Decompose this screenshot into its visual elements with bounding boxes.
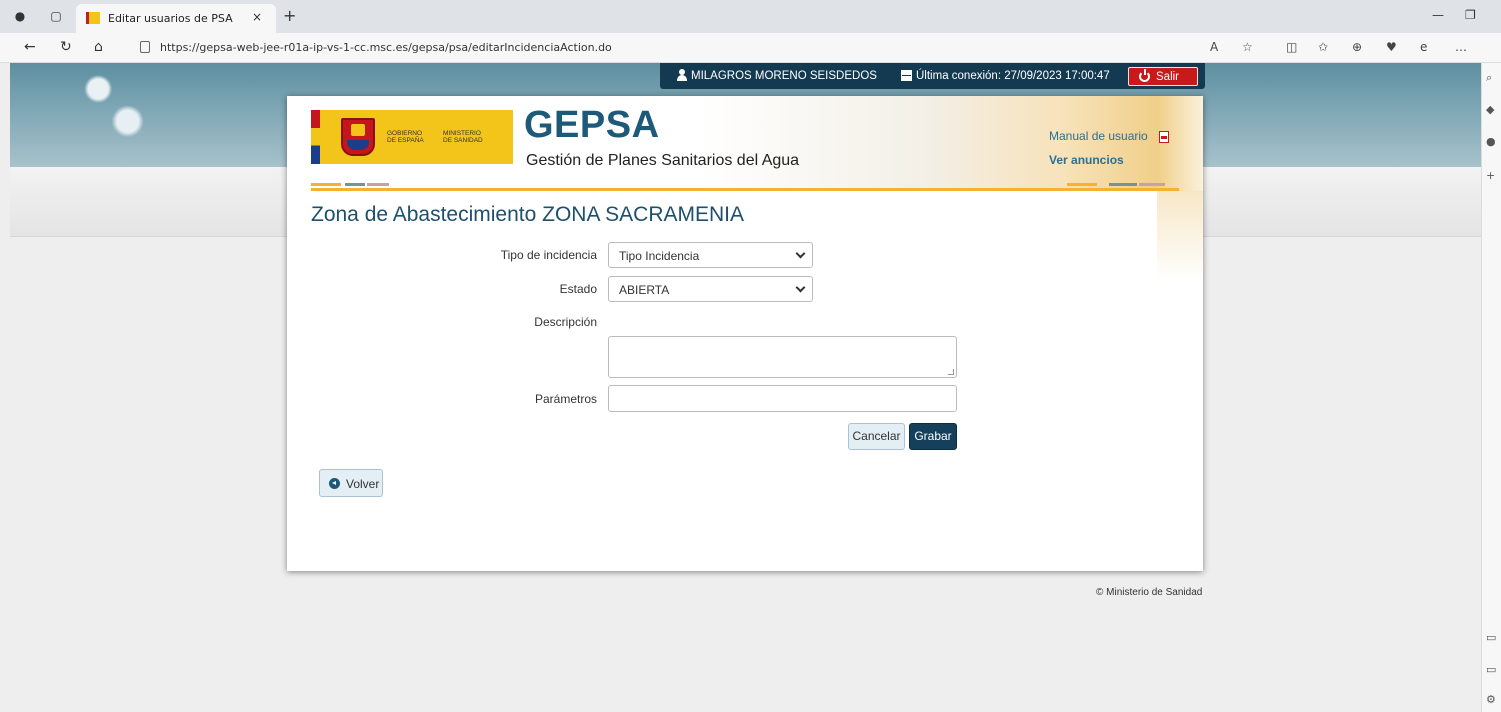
favorite-icon[interactable]: ☆ <box>1242 40 1253 54</box>
user-icon <box>677 69 687 81</box>
header-stripe-segment <box>1109 183 1137 186</box>
back-arrow-icon[interactable]: ← <box>24 39 36 55</box>
tab-title: Editar usuarios de PSA <box>108 12 233 25</box>
browser-sidebar: ⌕ ◆ ● + ▭ ▭ ⚙ <box>1481 63 1501 712</box>
save-button[interactable]: Grabar <box>909 423 957 450</box>
status-label: Estado <box>559 282 597 296</box>
lock-icon[interactable] <box>140 41 150 53</box>
favorites-icon[interactable]: ✩ <box>1318 40 1328 54</box>
description-label: Descripción <box>534 315 597 329</box>
page-title: Zona de Abastecimiento ZONA SACRAMENIA <box>311 203 745 226</box>
performance-icon[interactable]: ♥ <box>1386 40 1397 54</box>
incident-type-select[interactable]: Tipo Incidencia <box>608 242 813 268</box>
arrow-left-circle-icon <box>329 478 340 489</box>
header-stripe-segment <box>1067 183 1097 186</box>
more-icon[interactable]: … <box>1455 40 1467 54</box>
main-card: GOBIERNO DE ESPAÑA MINISTERIO DE SANIDAD… <box>287 96 1203 571</box>
header-stripe-segment <box>311 183 341 186</box>
shopping-icon[interactable]: ◆ <box>1486 103 1500 117</box>
government-logo: GOBIERNO DE ESPAÑA MINISTERIO DE SANIDAD <box>311 110 513 164</box>
read-aloud-icon[interactable]: A <box>1210 40 1218 54</box>
tab-actions-icon[interactable]: ▢ <box>48 9 64 23</box>
chevron-down-icon <box>795 282 806 293</box>
edge-icon[interactable]: e <box>1420 40 1427 54</box>
site-favicon-icon <box>86 12 100 24</box>
browser-nav-bar: ← ↻ ⌂ https://gepsa-web-jee-r01a-ip-vs-1… <box>0 33 1501 63</box>
announcements-link[interactable]: Ver anuncios <box>1049 153 1124 167</box>
parameters-label: Parámetros <box>534 392 597 406</box>
app-name: GEPSA <box>524 104 660 146</box>
browser-tab[interactable]: Editar usuarios de PSA × <box>76 4 276 33</box>
footer-copyright: © Ministerio de Sanidad <box>1096 587 1203 598</box>
card-header-fade <box>1157 191 1203 281</box>
header-stripe-segment <box>345 183 365 186</box>
home-icon[interactable]: ⌂ <box>94 39 103 55</box>
incident-type-label: Tipo de incidencia <box>500 248 597 262</box>
user-name: MILAGROS MORENO SEISDEDOS <box>691 70 877 82</box>
parameters-input[interactable] <box>608 385 957 412</box>
tools-icon[interactable]: ● <box>1486 135 1500 149</box>
web-page: MILAGROS MORENO SEISDEDOS Última conexió… <box>0 63 1481 712</box>
calendar-icon <box>901 70 912 81</box>
logo-text-ministerio: MINISTERIO DE SANIDAD <box>443 130 483 144</box>
split-screen-icon[interactable]: ◫ <box>1286 40 1297 54</box>
url-text[interactable]: https://gepsa-web-jee-r01a-ip-vs-1-cc.ms… <box>160 41 612 54</box>
pdf-icon[interactable] <box>1159 131 1169 143</box>
add-icon[interactable]: + <box>1486 169 1500 183</box>
new-tab-button[interactable]: + <box>283 6 296 25</box>
header-stripe-segment <box>367 183 389 186</box>
status-value: ABIERTA <box>619 283 670 297</box>
resize-handle-icon[interactable] <box>948 369 954 375</box>
header-stripe <box>311 188 1179 191</box>
description-textarea[interactable] <box>608 336 957 378</box>
tab-close-icon[interactable]: × <box>252 10 262 24</box>
search-icon[interactable]: ⌕ <box>1486 71 1500 85</box>
restore-icon[interactable]: ❐ <box>1465 8 1476 22</box>
sidebar-collapse-icon[interactable]: ▭ <box>1486 663 1500 677</box>
back-button[interactable]: Volver <box>319 469 383 497</box>
split-icon[interactable]: ▭ <box>1486 631 1500 645</box>
address-bar[interactable]: https://gepsa-web-jee-r01a-ip-vs-1-cc.ms… <box>128 36 1198 60</box>
incident-type-value: Tipo Incidencia <box>619 249 700 263</box>
status-select[interactable]: ABIERTA <box>608 276 813 302</box>
header-stripe-segment <box>1139 183 1165 186</box>
back-label: Volver <box>346 477 380 491</box>
logo-text-gobierno: GOBIERNO DE ESPAÑA <box>387 130 424 144</box>
power-icon <box>1139 69 1150 82</box>
user-manual-link[interactable]: Manual de usuario <box>1049 129 1148 143</box>
collections-icon[interactable]: ⊕ <box>1352 40 1362 54</box>
minimize-icon[interactable]: — <box>1432 8 1444 22</box>
cancel-button[interactable]: Cancelar <box>848 423 905 450</box>
app-subtitle: Gestión de Planes Sanitarios del Agua <box>526 152 800 169</box>
user-bar: MILAGROS MORENO SEISDEDOS Última conexió… <box>660 63 1205 89</box>
last-login: Última conexión: 27/09/2023 17:00:47 <box>916 70 1110 82</box>
flag-icon <box>311 110 320 164</box>
logout-button[interactable]: Salir <box>1128 67 1198 86</box>
profile-icon[interactable]: ● <box>12 9 28 23</box>
chevron-down-icon <box>795 248 806 259</box>
reload-icon[interactable]: ↻ <box>60 39 72 55</box>
coat-of-arms-icon <box>341 118 375 156</box>
browser-tab-bar: ● ▢ Editar usuarios de PSA × + — ❐ <box>0 0 1501 33</box>
settings-icon[interactable]: ⚙ <box>1486 693 1500 707</box>
logout-label: Salir <box>1156 71 1180 83</box>
